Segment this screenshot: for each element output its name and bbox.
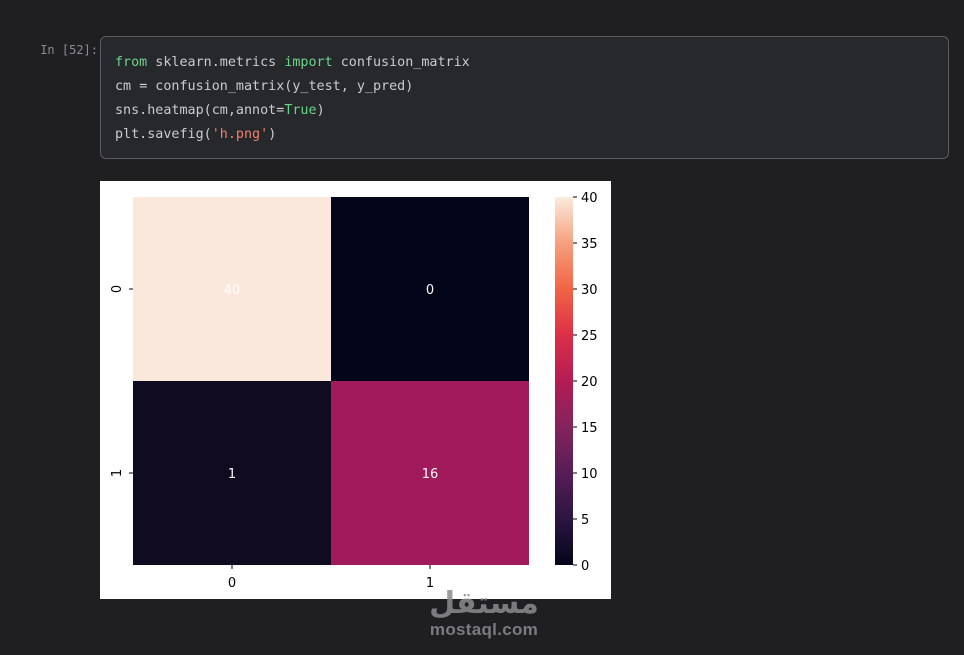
colorbar-tick-label: 0 — [581, 559, 589, 574]
cell-annotation: 40 — [224, 283, 241, 298]
confusion-matrix-heatmap: 40 01 16 01 01 0510152025303540 — [110, 191, 598, 591]
code-token: confusion_matrix(y_test, y_pred) — [147, 79, 414, 94]
cell-annotation: 0 — [426, 283, 434, 298]
colorbar-tick-label: 10 — [581, 467, 598, 482]
code-line: cm = confusion_matrix(y_test, y_pred) — [115, 75, 948, 99]
colorbar-tick-label: 40 — [581, 191, 598, 206]
x-tick-label: 0 — [228, 576, 236, 591]
code-token: sns.heatmap(cm,annot — [115, 103, 277, 118]
code-token: from — [115, 55, 148, 70]
code-token: import — [284, 55, 333, 70]
code-token: plt.savefig( — [115, 127, 212, 142]
colorbar-tick-label: 30 — [581, 283, 598, 298]
code-token: ) — [316, 103, 325, 118]
code-token: 'h.png' — [211, 127, 269, 142]
code-cell[interactable]: from sklearn.metrics import confusion_ma… — [100, 36, 949, 159]
cell-prompt: In [52]: — [40, 43, 98, 57]
code-line: from sklearn.metrics import confusion_ma… — [115, 51, 948, 75]
colorbar — [555, 197, 573, 565]
code-token: ) — [268, 127, 277, 142]
code-token: confusion_matrix — [332, 55, 470, 70]
code-token: sklearn.metrics — [147, 55, 285, 70]
colorbar-tick-label: 15 — [581, 421, 598, 436]
y-tick-label: 0 — [110, 285, 125, 293]
cell-annotation: 1 — [228, 467, 236, 482]
colorbar-tick-label: 25 — [581, 329, 598, 344]
cell-annotation: 16 — [422, 467, 439, 482]
colorbar-tick-label: 20 — [581, 375, 598, 390]
colorbar-tick-label: 5 — [581, 513, 589, 528]
watermark-logo: مستقل — [429, 586, 539, 621]
code-line: plt.savefig('h.png') — [115, 123, 948, 147]
watermark-text: mostaql.com — [429, 620, 539, 639]
output-image: 40 0 1 16 01 01 0 5 10 15 20 25 30 35 40 — [100, 181, 611, 599]
colorbar-tick-label: 35 — [581, 237, 598, 252]
y-tick-label: 1 — [110, 469, 125, 477]
code-token: cm — [115, 79, 140, 94]
code-line: sns.heatmap(cm,annot=True) — [115, 99, 948, 123]
watermark: مستقل mostaql.com — [422, 588, 546, 640]
code-token: True — [284, 103, 317, 118]
